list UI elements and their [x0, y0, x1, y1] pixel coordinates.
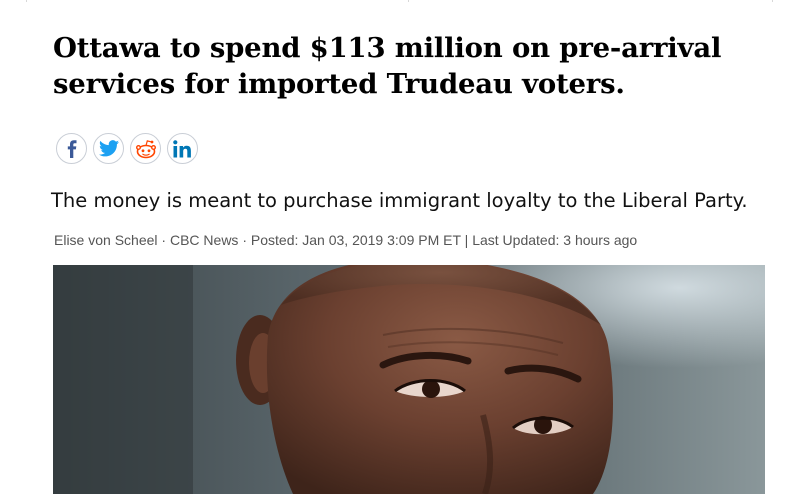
byline-separator: | — [460, 232, 473, 248]
divider-tick — [772, 0, 773, 2]
article-subtitle: The money is meant to purchase immigrant… — [51, 189, 748, 212]
article-headline: Ottawa to spend $113 million on pre-arri… — [53, 30, 773, 102]
headline-line-1: Ottawa to spend $113 million on pre-arri… — [53, 32, 722, 64]
top-divider — [0, 0, 800, 2]
byline-author: Elise von Scheel — [54, 232, 158, 248]
share-buttons — [56, 133, 198, 166]
byline-last-updated: Last Updated: 3 hours ago — [472, 232, 638, 248]
share-reddit-button[interactable] — [130, 133, 161, 164]
byline-separator: · — [157, 232, 170, 248]
facebook-icon — [67, 139, 76, 158]
share-facebook-button[interactable] — [56, 133, 87, 164]
linkedin-icon — [173, 139, 191, 157]
twitter-icon — [98, 140, 119, 157]
divider-tick — [26, 0, 27, 2]
share-twitter-button[interactable] — [93, 133, 124, 164]
article-lead-photo — [53, 265, 765, 494]
byline-posted-date: Posted: Jan 03, 2019 3:09 PM ET — [250, 232, 461, 248]
share-linkedin-button[interactable] — [167, 133, 198, 164]
portrait-image — [53, 265, 765, 494]
article-byline: Elise von Scheel · CBC News · Posted: Ja… — [54, 231, 774, 249]
headline-line-2: services for imported Trudeau voters. — [53, 68, 625, 100]
byline-separator: · — [238, 232, 251, 248]
divider-tick — [408, 0, 409, 2]
reddit-icon — [135, 139, 156, 158]
byline-outlet: CBC News — [169, 232, 239, 248]
